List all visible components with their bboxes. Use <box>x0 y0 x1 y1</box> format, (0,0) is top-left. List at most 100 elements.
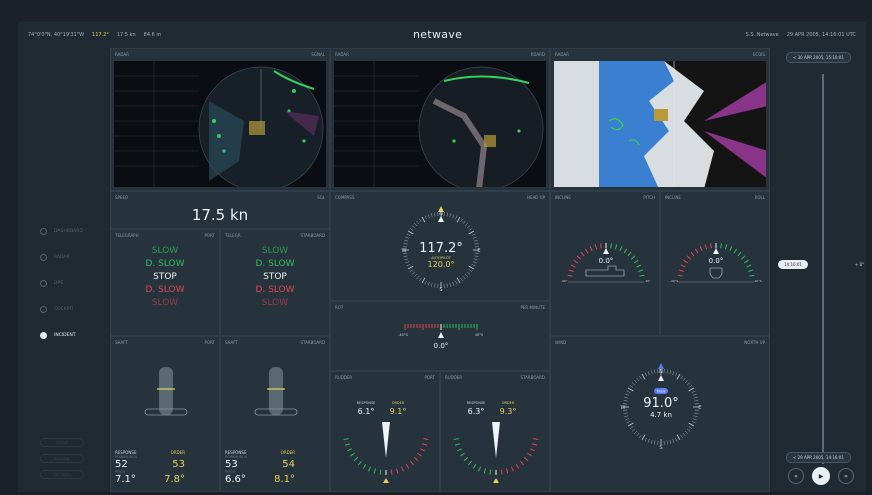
panel-mode: RDARD <box>530 52 545 57</box>
dial-tick <box>688 426 693 429</box>
wind-direction: 91.0° <box>643 396 678 411</box>
radar-image[interactable] <box>334 61 546 187</box>
radar-panel-2[interactable]: RADAR RDARD <box>330 48 550 191</box>
dial-tick <box>654 440 656 445</box>
dial-tick <box>647 438 650 443</box>
rudder-response: 6.3° <box>468 407 485 416</box>
dial-tick <box>473 239 478 242</box>
dial-tick <box>614 244 618 250</box>
radar-panel-1[interactable]: RADAR SGNAL <box>110 48 330 191</box>
north-arrow-icon <box>658 375 664 381</box>
speed-value: 17.5 kn <box>191 206 249 224</box>
pitch-right-label: 40° <box>645 279 651 283</box>
shaft-lever-icon[interactable] <box>141 367 191 427</box>
ecdis-panel[interactable]: RADAR ECDIS <box>550 48 770 191</box>
telegraph-option[interactable]: D. SLOW <box>255 285 294 295</box>
sidebar-item-label: INCIDENT <box>54 332 76 338</box>
sidebar-item-incident[interactable]: INCIDENT <box>40 322 110 348</box>
telegraph-option-active[interactable]: STOP <box>153 272 177 282</box>
dial-tick <box>676 373 681 380</box>
panel-side: PORT <box>204 340 216 345</box>
telegraph-option[interactable]: SLOW <box>152 246 178 256</box>
dial-tick <box>350 452 355 457</box>
dial-tick <box>633 379 638 384</box>
second-button[interactable]: SECOND <box>40 454 84 463</box>
dial-tick <box>680 434 683 439</box>
telegraph-option[interactable]: D. SLOW <box>145 285 184 295</box>
dial-tick <box>686 382 691 386</box>
dial-tick <box>625 418 630 421</box>
dial-tick <box>626 421 631 424</box>
telegraph-option[interactable]: SLOW <box>152 298 178 308</box>
dial-tick <box>677 274 683 277</box>
dial-tick <box>631 428 636 432</box>
dial-tick <box>644 372 647 377</box>
telegraph-option[interactable]: D. SLOW <box>145 259 184 269</box>
event-button[interactable]: EVENT <box>40 438 84 447</box>
panel-title: SHAFT <box>115 340 128 345</box>
pitch-value: 0.0° <box>599 257 614 265</box>
rewind-button[interactable]: « <box>788 468 804 484</box>
rot-left-label: -40°S <box>398 333 408 337</box>
forward-button[interactable]: » <box>838 468 854 484</box>
dial-tick <box>678 269 684 272</box>
dial-tick <box>473 258 478 261</box>
ecdis-map[interactable] <box>554 61 766 187</box>
dial-tick <box>688 422 695 427</box>
dial-tick <box>409 269 414 272</box>
dial-tick <box>529 448 535 452</box>
ship-front-icon <box>709 267 723 279</box>
forward-icon: » <box>844 472 848 480</box>
dial-tick <box>457 448 463 452</box>
rot-panel: ROT PER MINUTE -40°S 40°S 0.0° <box>330 301 550 371</box>
roll-value: 0.0° <box>709 257 724 265</box>
timeline-top-chip[interactable]: < 30 APR 2005, 15:10:01 <box>786 52 851 63</box>
dial-tick <box>669 439 672 444</box>
dial-tick <box>417 452 422 457</box>
dial-tick <box>416 220 420 225</box>
dial-tick <box>666 440 668 445</box>
telegraph-option[interactable]: D. SLOW <box>255 259 294 269</box>
telegraph-option[interactable]: SLOW <box>262 298 288 308</box>
telegraph-option[interactable]: SLOW <box>262 246 288 256</box>
shaft-lever-icon[interactable] <box>251 367 301 427</box>
radio-icon <box>40 253 47 261</box>
play-button[interactable]: ▶ <box>812 467 830 485</box>
rudder-response: 6.1° <box>358 407 375 416</box>
dial-tick <box>434 212 436 217</box>
power-response: 53 <box>225 459 238 470</box>
dial-tick <box>682 432 686 437</box>
sidebar-item-dps[interactable]: DPS <box>40 270 110 296</box>
dial-tick <box>639 274 645 277</box>
sidebar-item-cockpit[interactable]: COCKPIT <box>40 296 110 322</box>
play-icon: ▶ <box>818 472 824 480</box>
dial-tick <box>474 255 479 257</box>
timeline-track[interactable] <box>822 74 824 464</box>
dial-tick <box>627 387 634 392</box>
brand-logo: netwave <box>413 28 463 41</box>
panel-unit: PER MINUTE <box>520 305 545 310</box>
dial-tick <box>688 385 693 388</box>
dial-tick <box>641 373 646 380</box>
dial-tick <box>627 422 634 427</box>
dial-tick <box>404 258 409 261</box>
dial-tick <box>576 255 582 260</box>
panel-mode: ROLL <box>754 195 765 200</box>
settings-button[interactable]: SETTINGS <box>40 470 84 479</box>
sidebar-item-dashboard[interactable]: DASHBOARD <box>40 218 110 244</box>
dial-tick <box>471 264 476 267</box>
dial-tick <box>580 251 585 257</box>
dial-tick <box>623 412 628 414</box>
dial-tick <box>466 225 471 229</box>
dial-tick <box>680 375 683 380</box>
radar-image[interactable] <box>114 61 326 187</box>
sidebar-item-radar[interactable]: RADAR <box>40 244 110 270</box>
telegraph-option-active[interactable]: STOP <box>263 272 287 282</box>
dial-tick <box>453 438 459 440</box>
dial-tick <box>639 375 642 380</box>
dial-tick <box>691 390 696 393</box>
top-bar: 74°0'0"N, 40°19'31"W 117.2° 17.5 kn 84.6… <box>18 22 866 48</box>
timeline-bottom-chip[interactable]: < 29 APR 2005, 14:16:01 <box>786 452 851 463</box>
timeline-current-chip[interactable]: 14:16:01 <box>778 260 808 269</box>
dial-tick <box>413 222 418 227</box>
